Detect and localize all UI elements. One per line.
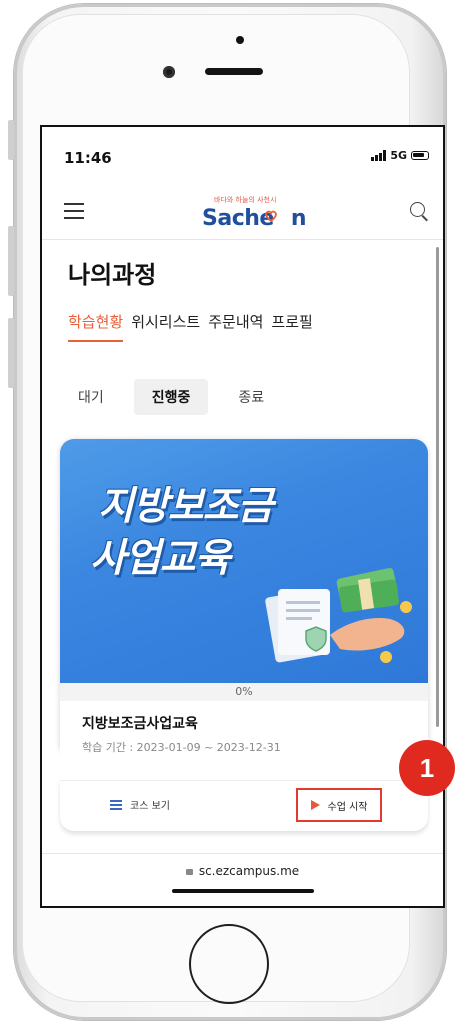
list-icon: [110, 799, 122, 810]
logo-wordmark: Sache n: [202, 206, 307, 231]
view-course-label: 코스 보기: [130, 801, 170, 812]
step-badge: 1: [399, 740, 455, 796]
start-class-button[interactable]: 수업 시작: [296, 788, 382, 822]
home-indicator[interactable]: [172, 889, 314, 893]
app-header: 바다와 하늘의 사천시 Sache n: [42, 187, 443, 240]
page-title: 나의과정: [68, 261, 157, 289]
status-filter: 대기 진행중 종료: [60, 379, 282, 415]
play-icon: [310, 800, 320, 810]
battery-icon: [411, 151, 429, 160]
logo-tagline: 바다와 하늘의 사천시: [214, 196, 277, 204]
banner-title-line1: 지방보조금: [98, 484, 273, 529]
volume-down-button: [8, 318, 14, 388]
front-camera: [163, 66, 175, 78]
search-icon[interactable]: [409, 201, 429, 221]
divider: [42, 853, 443, 854]
start-class-label: 수업 시작: [327, 801, 368, 813]
filter-in-progress[interactable]: 진행중: [133, 379, 209, 415]
filter-waiting[interactable]: 대기: [60, 379, 122, 415]
tab-orders[interactable]: 주문내역: [208, 311, 263, 342]
course-period: 학습 기간 : 2023-01-09 ~ 2023-12-31: [82, 741, 281, 754]
sacheon-logo[interactable]: 바다와 하늘의 사천시 Sache n: [198, 195, 308, 231]
signal-icon: [371, 150, 387, 161]
status-bar: 11:46 5G: [42, 127, 443, 187]
browser-url-bar[interactable]: sc.ezcampus.me: [42, 864, 443, 878]
heart-icon: [265, 210, 277, 223]
view-course-button[interactable]: 코스 보기: [110, 797, 170, 812]
sensor-dot: [236, 36, 244, 44]
tab-profile[interactable]: 프로필: [271, 311, 312, 342]
tab-learning-status[interactable]: 학습현황: [68, 311, 124, 342]
status-time: 11:46: [64, 149, 112, 167]
network-label: 5G: [390, 149, 407, 162]
course-title[interactable]: 지방보조금사업교육: [82, 713, 198, 733]
mute-switch: [8, 120, 14, 160]
volume-up-button: [8, 226, 14, 296]
progress-percent: 0%: [60, 683, 428, 701]
status-indicators: 5G: [371, 149, 429, 162]
lock-icon: [185, 869, 193, 875]
course-card[interactable]: 지방보조금 사업교육 0%: [60, 439, 428, 757]
home-button[interactable]: [189, 924, 269, 1004]
menu-icon[interactable]: [64, 203, 84, 219]
main-tabs: 학습현황 위시리스트 주문내역 프로필: [68, 311, 313, 342]
banner-title-line2: 사업교육: [90, 536, 231, 581]
phone-screen: 11:46 5G 바다와 하늘의 사천시 Sache n 나의과정 학습현황 위시…: [40, 125, 445, 908]
money-hand-illustration: [265, 567, 412, 663]
course-actions: 코스 보기 수업 시작: [60, 780, 428, 831]
scrollbar[interactable]: [436, 247, 439, 727]
tab-wishlist[interactable]: 위시리스트: [131, 311, 200, 342]
url-text: sc.ezcampus.me: [198, 864, 300, 878]
earpiece-speaker: [205, 68, 263, 75]
course-banner[interactable]: 지방보조금 사업교육: [60, 439, 428, 683]
filter-finished[interactable]: 종료: [220, 379, 282, 415]
